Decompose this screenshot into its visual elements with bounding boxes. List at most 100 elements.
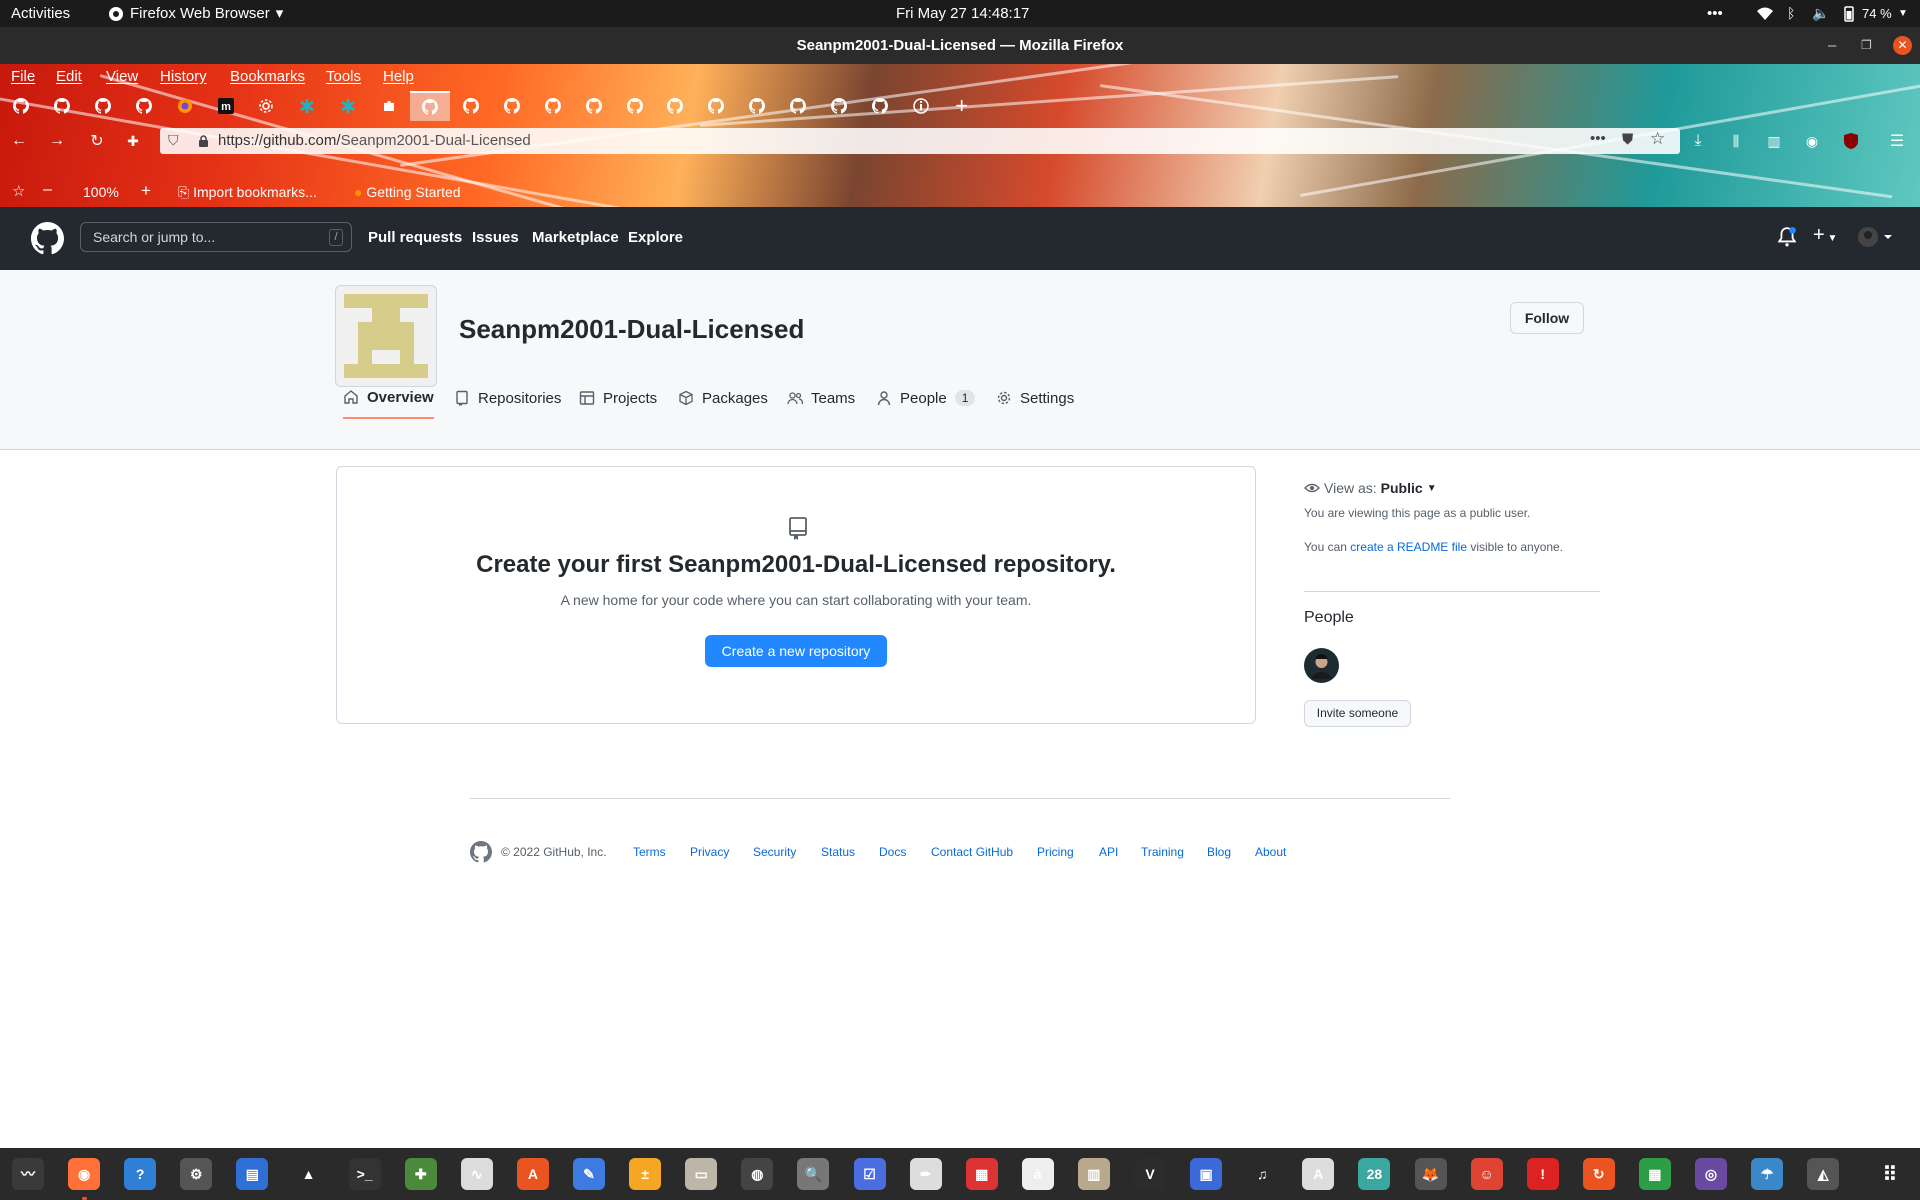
browser-tab[interactable] xyxy=(83,91,123,121)
spreadsheet-icon[interactable]: ▦ xyxy=(1638,1158,1671,1190)
create-new-icon[interactable]: + ▼ xyxy=(1813,224,1837,247)
ublock-icon[interactable] xyxy=(1840,130,1862,152)
activities-button[interactable]: Activities xyxy=(11,0,70,27)
minimize-icon[interactable]: – xyxy=(1828,27,1836,64)
notifications-bell-icon[interactable] xyxy=(1778,227,1796,247)
new-tab-plus-icon[interactable]: + xyxy=(942,91,982,121)
footer-link-security[interactable]: Security xyxy=(753,845,796,859)
nav-pull-requests[interactable]: Pull requests xyxy=(368,229,462,246)
terminal-icon[interactable]: >_ xyxy=(348,1158,381,1190)
mario-icon[interactable]: ☺ xyxy=(1470,1158,1503,1190)
maps-icon[interactable]: ◍ xyxy=(741,1158,774,1190)
tab-projects[interactable]: Projects xyxy=(579,378,657,418)
create-repository-button[interactable]: Create a new repository xyxy=(705,635,887,667)
app-menu[interactable]: Firefox Web Browser ▾ xyxy=(108,0,283,27)
org-avatar[interactable] xyxy=(335,285,437,387)
update-icon[interactable]: ↻ xyxy=(1582,1158,1615,1190)
menu-bookmarks[interactable]: Bookmarks xyxy=(230,68,305,85)
browser-tab[interactable] xyxy=(246,91,286,121)
footer-link-training[interactable]: Training xyxy=(1141,845,1184,859)
browser-tab[interactable]: m xyxy=(206,91,246,121)
tab-repositories[interactable]: Repositories xyxy=(454,378,561,418)
resource-graph-icon[interactable]: ∿ xyxy=(460,1158,493,1190)
browser-tab[interactable] xyxy=(533,91,573,121)
vlc-icon[interactable]: ▲ xyxy=(292,1158,325,1190)
system-monitor-icon[interactable]: 〰 xyxy=(12,1158,44,1190)
forward-icon[interactable]: → xyxy=(46,130,68,152)
footer-link-docs[interactable]: Docs xyxy=(879,845,906,859)
tasks-icon[interactable]: ☑ xyxy=(853,1158,886,1190)
invite-someone-button[interactable]: Invite someone xyxy=(1304,700,1411,727)
hamburger-menu-icon[interactable]: ☰ xyxy=(1886,130,1908,152)
help-icon[interactable]: ? xyxy=(124,1158,157,1190)
archive-icon[interactable]: ▥ xyxy=(1077,1158,1110,1190)
calendar-icon[interactable]: 28 xyxy=(1358,1158,1391,1190)
browser-tab[interactable] xyxy=(328,91,368,121)
tab-settings[interactable]: Settings xyxy=(996,378,1074,418)
software-updater-icon[interactable]: ◭ xyxy=(1807,1158,1840,1190)
follow-button[interactable]: Follow xyxy=(1510,302,1584,334)
inkscape-icon[interactable]: ✒ xyxy=(909,1158,942,1190)
shield-icon[interactable]: ⛉ xyxy=(168,132,179,149)
nav-explore[interactable]: Explore xyxy=(628,229,683,246)
browser-tab[interactable] xyxy=(655,91,695,121)
getting-started-item[interactable]: ● Getting Started xyxy=(354,184,461,200)
reload-icon[interactable]: ↻ xyxy=(86,130,108,152)
browser-tab[interactable] xyxy=(860,91,900,121)
footer-link-status[interactable]: Status xyxy=(821,845,855,859)
clock[interactable]: Fri May 27 14:48:17 xyxy=(896,0,1029,27)
writer-icon[interactable]: ▤ xyxy=(236,1158,269,1190)
browser-tab[interactable] xyxy=(369,91,409,121)
wifi-icon[interactable] xyxy=(1756,0,1774,27)
url-bar[interactable]: ⛉ https://github.com/Seanpm2001-Dual-Lic… xyxy=(160,128,1680,154)
zoom-in-icon[interactable]: + xyxy=(141,181,151,201)
pocket-icon[interactable]: ⛊ xyxy=(1622,131,1633,148)
screen-icon[interactable]: ▣ xyxy=(1190,1158,1223,1190)
star-icon[interactable]: ☆ xyxy=(1650,129,1665,149)
zoom-level[interactable]: 100% xyxy=(83,184,119,200)
menu-edit[interactable]: Edit xyxy=(56,68,82,85)
menu-view[interactable]: View xyxy=(106,68,138,85)
library-icon[interactable]: ⫼ xyxy=(1725,130,1747,152)
battery-icon[interactable] xyxy=(1844,0,1854,27)
alert-icon[interactable]: ! xyxy=(1526,1158,1559,1190)
browser-tab[interactable] xyxy=(124,91,164,121)
character-map-icon[interactable]: à xyxy=(1021,1158,1054,1190)
bluetooth-icon[interactable]: ᛒ xyxy=(1787,0,1795,27)
zoom-out-icon[interactable]: – xyxy=(43,181,52,199)
tab-packages[interactable]: Packages xyxy=(678,378,768,418)
image-viewer-icon[interactable]: 🔍 xyxy=(797,1158,830,1190)
github-mark-icon[interactable] xyxy=(470,841,492,863)
draw-icon[interactable]: ▦ xyxy=(965,1158,998,1190)
more-icon[interactable]: ••• xyxy=(1707,0,1723,27)
view-as-selector[interactable]: View as: Public ▼ xyxy=(1304,480,1600,496)
camera-icon[interactable]: ◎ xyxy=(1695,1158,1727,1190)
browser-tab[interactable] xyxy=(819,91,859,121)
import-bookmarks-item[interactable]: ⎘ Import bookmarks... xyxy=(178,184,317,201)
account-icon[interactable]: ◉ xyxy=(1801,130,1823,152)
footer-link-pricing[interactable]: Pricing xyxy=(1037,845,1074,859)
show-applications-icon[interactable]: ⠿ xyxy=(1874,1158,1906,1190)
tab-overview[interactable]: Overview xyxy=(343,377,434,419)
firefox-icon[interactable]: ◉ xyxy=(68,1158,101,1190)
browser-tab[interactable] xyxy=(451,91,491,121)
tab-people[interactable]: People 1 xyxy=(876,378,976,418)
footer-link-contact[interactable]: Contact GitHub xyxy=(931,845,1013,859)
calculator-icon[interactable]: ± xyxy=(629,1158,662,1190)
text-editor-icon[interactable]: ✎ xyxy=(573,1158,605,1190)
music-icon[interactable]: ♫ xyxy=(1246,1158,1279,1190)
back-icon[interactable]: ← xyxy=(8,130,30,152)
create-readme-link[interactable]: create a README file xyxy=(1350,540,1467,554)
volume-icon[interactable]: 🔈 xyxy=(1812,0,1829,27)
footer-link-about[interactable]: About xyxy=(1255,845,1286,859)
browser-tab[interactable] xyxy=(778,91,818,121)
menu-help[interactable]: Help xyxy=(383,68,414,85)
menu-history[interactable]: History xyxy=(160,68,207,85)
bookmark-star-icon[interactable]: ☆ xyxy=(12,182,25,200)
browser-tab[interactable] xyxy=(42,91,82,121)
footer-link-terms[interactable]: Terms xyxy=(633,845,666,859)
menu-tools[interactable]: Tools xyxy=(326,68,361,85)
browser-tab[interactable] xyxy=(165,91,205,121)
close-icon[interactable]: ✕ xyxy=(1893,36,1912,55)
github-logo-icon[interactable] xyxy=(31,222,64,255)
